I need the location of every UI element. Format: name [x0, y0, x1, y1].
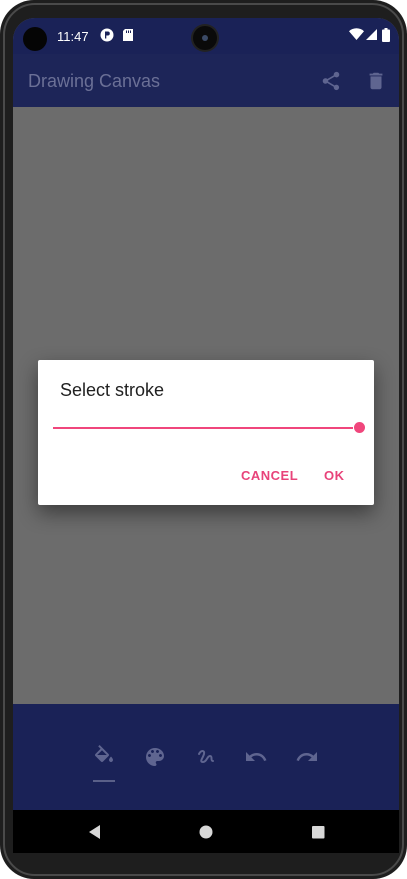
stroke-slider[interactable]	[53, 420, 365, 436]
app-bar: Drawing Canvas	[13, 54, 399, 107]
signal-icon	[365, 28, 381, 44]
back-icon[interactable]	[86, 823, 104, 841]
battery-icon	[382, 28, 398, 44]
bottom-toolbar	[13, 704, 399, 810]
delete-icon[interactable]	[365, 70, 387, 92]
undo-icon[interactable]	[244, 745, 268, 769]
status-bar: 11:47	[13, 18, 399, 54]
p-badge-icon	[100, 28, 116, 44]
palette-icon[interactable]	[143, 745, 167, 769]
stroke-dialog: Select stroke CANCEL OK	[38, 360, 374, 505]
sd-card-icon	[122, 28, 138, 44]
dialog-title: Select stroke	[60, 380, 165, 400]
phone-frame: 11:47 Drawing Canvas Select stroke CANCE…	[0, 0, 407, 879]
punch-hole	[23, 27, 47, 51]
wifi-icon	[349, 28, 365, 44]
app-title: Drawing Canvas	[28, 71, 161, 91]
paint-bucket-icon[interactable]	[92, 745, 116, 769]
home-icon[interactable]	[197, 823, 215, 841]
system-nav-bar	[13, 810, 399, 853]
front-camera	[193, 26, 217, 50]
brush-stroke-icon[interactable]	[194, 745, 218, 769]
ok-button[interactable]: OK	[324, 468, 345, 483]
slider-thumb[interactable]	[354, 422, 365, 433]
status-time: 11:47	[57, 29, 89, 44]
redo-icon[interactable]	[295, 745, 319, 769]
slider-track[interactable]	[53, 427, 353, 429]
recents-icon[interactable]	[309, 823, 327, 841]
share-icon[interactable]	[320, 70, 342, 92]
cancel-button[interactable]: CANCEL	[241, 468, 298, 483]
selected-tool-indicator	[93, 780, 115, 782]
